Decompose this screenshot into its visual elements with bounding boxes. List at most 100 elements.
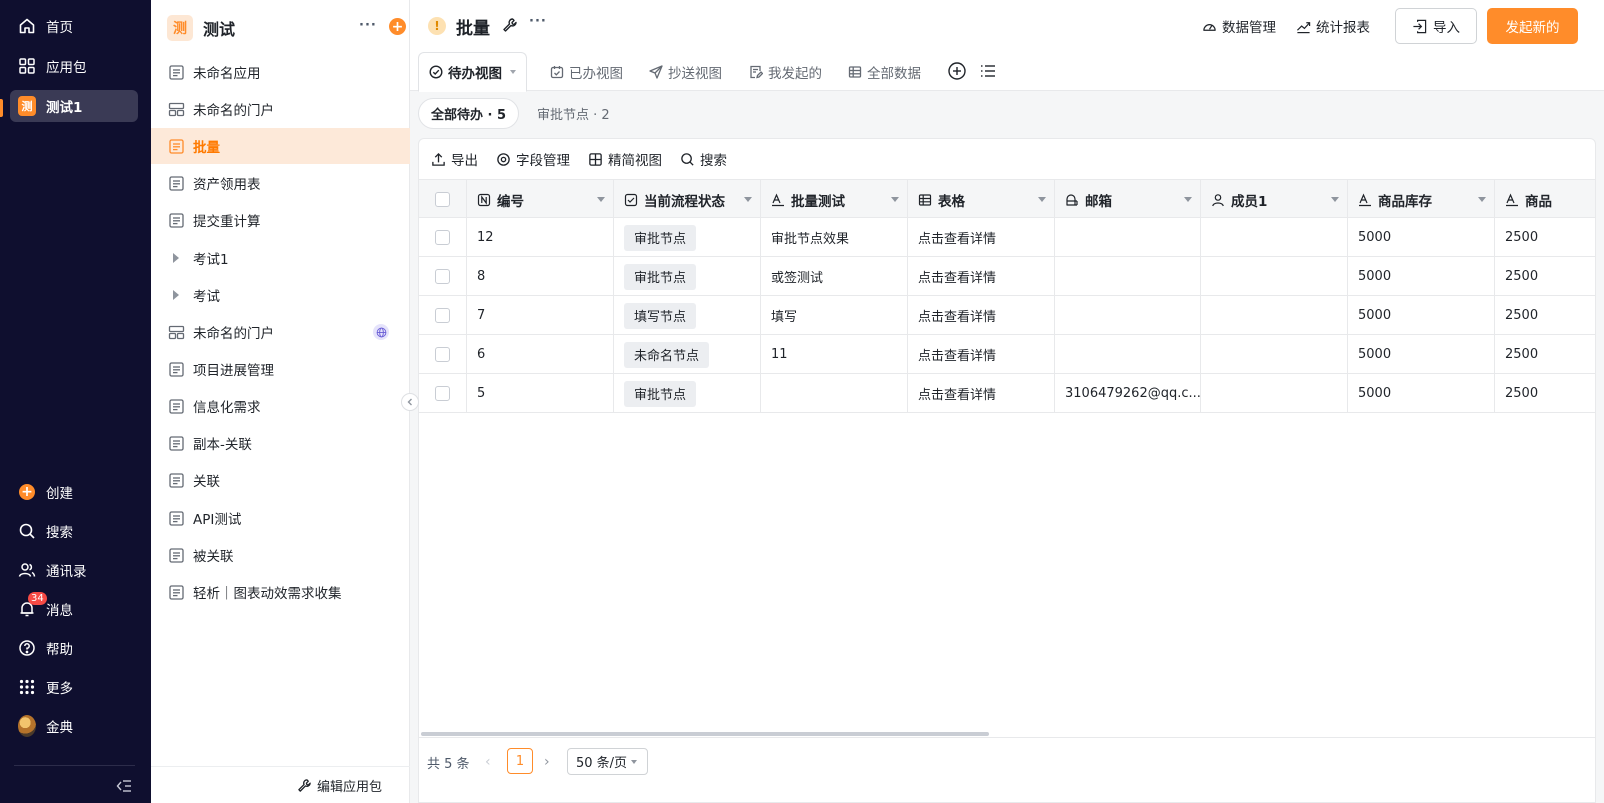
horizontal-scrollbar[interactable] bbox=[421, 732, 989, 736]
import-button[interactable]: 导入 bbox=[1395, 8, 1477, 44]
table-row[interactable]: 12 审批节点 审批节点效果 点击查看详情 5000 2500 bbox=[419, 218, 1595, 257]
column-header[interactable]: 批量测试 bbox=[761, 180, 908, 219]
text-icon bbox=[1358, 193, 1378, 207]
field-manage-button[interactable]: 字段管理 bbox=[496, 149, 570, 169]
table-cell-goods: 2500 bbox=[1495, 374, 1595, 413]
sidebar-item[interactable]: 项目进展管理 bbox=[151, 351, 410, 387]
sidebar-item[interactable]: 考试 bbox=[151, 277, 410, 313]
expand-arrow-icon[interactable] bbox=[167, 286, 185, 304]
page-number-current[interactable]: 1 bbox=[507, 748, 533, 774]
nav-item-home[interactable]: 首页 bbox=[10, 10, 138, 42]
chevron-down-icon[interactable] bbox=[510, 70, 516, 74]
row-checkbox[interactable] bbox=[435, 308, 450, 323]
chevron-down-icon[interactable] bbox=[1331, 197, 1339, 202]
nav-item-app-packages[interactable]: 应用包 bbox=[10, 50, 138, 82]
page-size-select[interactable]: 50 条/页 bbox=[567, 748, 648, 775]
table-cell-table[interactable]: 点击查看详情 bbox=[908, 374, 1055, 413]
sidebar-item[interactable]: 关联 bbox=[151, 462, 410, 498]
table-row[interactable]: 5 审批节点 点击查看详情 3106479262@qq.c... 5000 2500 bbox=[419, 374, 1595, 413]
list-icon[interactable] bbox=[978, 61, 998, 81]
table-row[interactable]: 6 未命名节点 11 点击查看详情 5000 2500 bbox=[419, 335, 1595, 374]
sidebar-item[interactable]: 资产领用表 bbox=[151, 165, 410, 201]
cell-value: 点击查看详情 bbox=[918, 310, 997, 325]
nav-item-help[interactable]: 帮助 bbox=[10, 632, 138, 664]
table-cell-batch: 填写 bbox=[761, 296, 908, 335]
user-icon bbox=[1211, 193, 1231, 207]
tab-all-data[interactable]: 全部数据 bbox=[838, 52, 931, 91]
more-icon[interactable]: ··· bbox=[529, 14, 549, 34]
export-button[interactable]: 导出 bbox=[431, 149, 478, 169]
row-checkbox[interactable] bbox=[435, 347, 450, 362]
chevron-down-icon[interactable] bbox=[597, 197, 605, 202]
tab-my-started[interactable]: 我发起的 bbox=[739, 52, 832, 91]
sidebar-item[interactable]: 批量 bbox=[151, 128, 410, 164]
sidebar-item[interactable]: 轻析｜图表动效需求收集 bbox=[151, 574, 410, 610]
table-cell-table[interactable]: 点击查看详情 bbox=[908, 335, 1055, 374]
table-cell-table[interactable]: 点击查看详情 bbox=[908, 296, 1055, 335]
compact-view-button[interactable]: 精简视图 bbox=[588, 149, 662, 169]
sidebar-item[interactable]: 被关联 bbox=[151, 537, 410, 573]
chevron-down-icon[interactable] bbox=[891, 197, 899, 202]
add-view-icon[interactable] bbox=[947, 61, 967, 81]
tab-todo-view[interactable]: 待办视图 bbox=[418, 52, 527, 92]
column-header[interactable]: 编号 bbox=[467, 180, 614, 219]
column-header[interactable]: 邮箱 bbox=[1055, 180, 1201, 219]
sidebar-item[interactable]: 提交重计算 bbox=[151, 202, 410, 238]
chevron-down-icon[interactable] bbox=[1478, 197, 1486, 202]
row-checkbox[interactable] bbox=[435, 192, 450, 207]
chevron-down-icon[interactable] bbox=[744, 197, 752, 202]
column-header[interactable]: 表格 bbox=[908, 180, 1055, 219]
next-page-icon[interactable]: › bbox=[544, 754, 550, 770]
row-checkbox[interactable] bbox=[435, 230, 450, 245]
filter-all-todo[interactable]: 全部待办 · 5 bbox=[418, 98, 520, 129]
warning-icon[interactable]: ! bbox=[428, 17, 446, 35]
row-checkbox[interactable] bbox=[435, 269, 450, 284]
sidebar-item[interactable]: 副本-关联 bbox=[151, 425, 410, 461]
expand-arrow-icon[interactable] bbox=[167, 249, 185, 267]
stats-report-link[interactable]: 统计报表 bbox=[1296, 16, 1370, 36]
tab-done-view[interactable]: 已办视图 bbox=[540, 52, 633, 91]
filter-approval-node[interactable]: 审批节点 · 2 bbox=[537, 98, 610, 129]
column-header[interactable]: 当前流程状态 bbox=[614, 180, 761, 219]
collapse-sidebar-icon[interactable] bbox=[401, 393, 419, 411]
column-header[interactable]: 成员1 bbox=[1201, 180, 1348, 219]
nav-item-create[interactable]: + 创建 bbox=[10, 476, 138, 508]
table-cell-table[interactable]: 点击查看详情 bbox=[908, 218, 1055, 257]
table-cell-table[interactable]: 点击查看详情 bbox=[908, 257, 1055, 296]
data-manage-link[interactable]: 数据管理 bbox=[1202, 16, 1276, 36]
sidebar-item[interactable]: 考试1 bbox=[151, 240, 410, 276]
table-cell-stock: 5000 bbox=[1348, 335, 1495, 374]
sidebar-item[interactable]: 未命名的门户 bbox=[151, 91, 410, 127]
launch-new-button[interactable]: 发起新的 bbox=[1487, 8, 1578, 44]
tab-cc-view[interactable]: 抄送视图 bbox=[639, 52, 732, 91]
row-checkbox[interactable] bbox=[435, 386, 450, 401]
search-button[interactable]: 搜索 bbox=[680, 149, 727, 169]
nav-item-more[interactable]: 更多 bbox=[10, 671, 138, 703]
cell-value: 5000 bbox=[1358, 386, 1392, 401]
column-header[interactable]: 商品库存 bbox=[1348, 180, 1495, 219]
sidebar-item[interactable]: API测试 bbox=[151, 500, 410, 536]
chevron-down-icon[interactable] bbox=[1038, 197, 1046, 202]
more-icon[interactable]: ··· bbox=[359, 18, 377, 36]
cell-value: 2500 bbox=[1505, 308, 1539, 323]
nav-item-messages[interactable]: 34 消息 bbox=[10, 592, 138, 625]
edit-app-package-button[interactable]: 编辑应用包 bbox=[297, 775, 401, 795]
nav-item-user[interactable]: 金典 bbox=[10, 710, 138, 742]
import-icon bbox=[1413, 19, 1427, 33]
sidebar-item[interactable]: 未命名的门户 bbox=[151, 314, 410, 350]
sidebar-item[interactable]: 信息化需求 bbox=[151, 388, 410, 424]
sidebar-item[interactable]: 未命名应用 bbox=[151, 54, 410, 90]
table-row[interactable]: 7 填写节点 填写 点击查看详情 5000 2500 bbox=[419, 296, 1595, 335]
collapse-nav-icon[interactable] bbox=[115, 777, 133, 795]
prev-page-icon[interactable]: ‹ bbox=[485, 754, 491, 770]
nav-item-test1[interactable]: 测 测试1 bbox=[10, 90, 138, 122]
column-header[interactable]: 商品 bbox=[1495, 180, 1595, 219]
table-row[interactable]: 8 审批节点 或签测试 点击查看详情 5000 2500 bbox=[419, 257, 1595, 296]
chevron-down-icon[interactable] bbox=[1184, 197, 1192, 202]
add-icon[interactable]: + bbox=[389, 18, 406, 35]
field-manage-label: 字段管理 bbox=[516, 153, 570, 169]
cell-value: 点击查看详情 bbox=[918, 349, 997, 364]
nav-item-contacts[interactable]: 通讯录 bbox=[10, 554, 138, 586]
nav-item-search[interactable]: 搜索 bbox=[10, 515, 138, 547]
wrench-icon[interactable] bbox=[502, 17, 520, 35]
